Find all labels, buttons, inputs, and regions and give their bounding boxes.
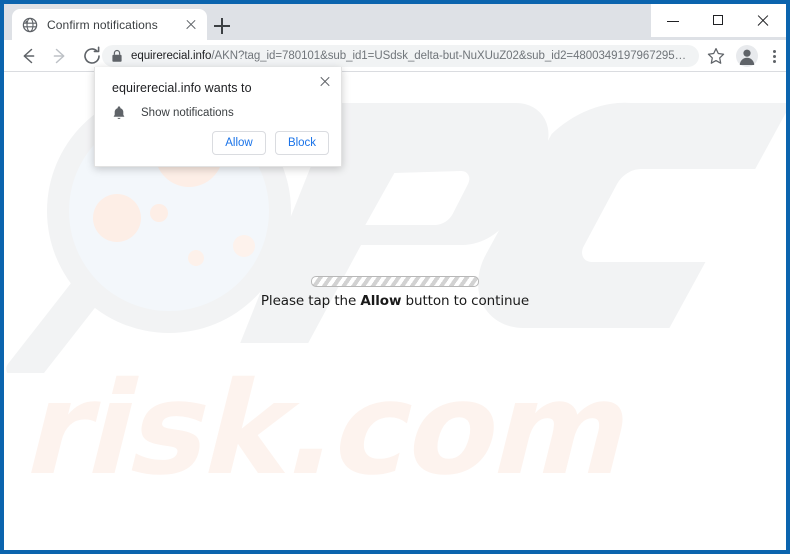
allow-button[interactable]: Allow <box>212 131 266 155</box>
dialog-permission-label: Show notifications <box>141 107 234 119</box>
instruction-emphasis: Allow <box>360 293 402 309</box>
bell-icon <box>112 105 126 121</box>
forward-button[interactable] <box>48 44 72 68</box>
instruction-suffix: button to continue <box>401 293 530 309</box>
instruction-text: Please tap the Allow button to continue <box>185 293 605 309</box>
maximize-button[interactable] <box>696 4 741 37</box>
dialog-actions: Allow Block <box>212 131 329 155</box>
notification-permission-dialog: equirerecial.info wants to Show notifica… <box>94 67 342 167</box>
globe-icon <box>22 17 38 33</box>
close-icon[interactable] <box>318 74 332 88</box>
star-icon[interactable] <box>706 46 726 66</box>
url-path: /AKN?tag_id=780101&sub_id1=USdsk_delta-b… <box>211 50 689 62</box>
url-text: equirerecial.info/AKN?tag_id=780101&sub_… <box>131 50 689 62</box>
loading-block: Please tap the Allow button to continue <box>185 276 605 309</box>
profile-avatar-icon[interactable] <box>736 45 758 67</box>
instruction-prefix: Please tap the <box>260 293 361 309</box>
screenshot-frame: Confirm notifications equirerecial.info/… <box>0 0 790 554</box>
window-controls <box>646 4 786 37</box>
minimize-button[interactable] <box>651 4 696 37</box>
back-button[interactable] <box>16 44 40 68</box>
tab-title: Confirm notifications <box>47 17 158 32</box>
dialog-title: equirerecial.info wants to <box>112 81 252 95</box>
dialog-permission-row: Show notifications <box>112 105 234 121</box>
browser-window: Confirm notifications equirerecial.info/… <box>4 4 786 550</box>
progress-bar <box>311 276 479 287</box>
block-button[interactable]: Block <box>275 131 329 155</box>
reload-icon[interactable] <box>80 44 104 68</box>
close-window-button[interactable] <box>741 4 786 37</box>
new-tab-button[interactable] <box>209 13 235 39</box>
tab-close-icon[interactable] <box>183 17 199 33</box>
address-bar[interactable]: equirerecial.info/AKN?tag_id=780101&sub_… <box>102 45 699 67</box>
lock-icon <box>111 49 123 63</box>
url-host: equirerecial.info <box>131 50 212 62</box>
browser-tab-confirm-notifications[interactable]: Confirm notifications <box>12 9 207 40</box>
three-dot-menu-icon[interactable] <box>766 45 782 67</box>
